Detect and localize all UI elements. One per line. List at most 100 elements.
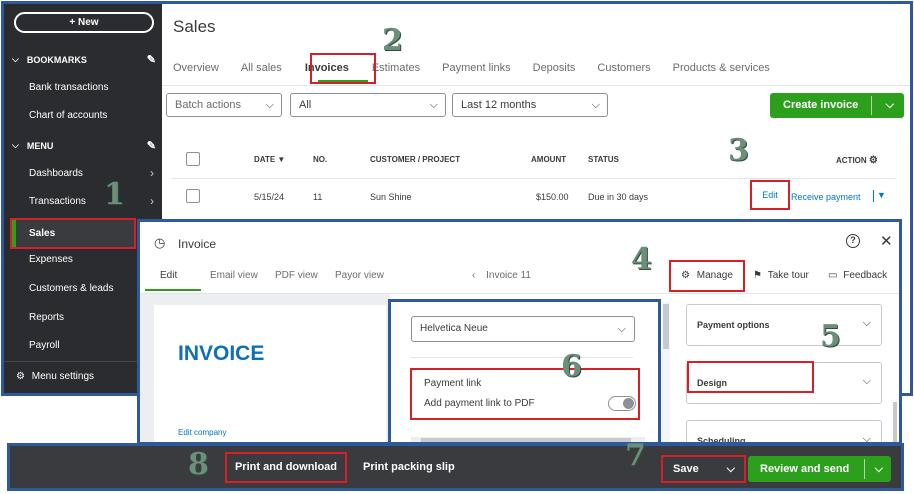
sidebar-item-label: Sales [29, 228, 56, 239]
feedback-label: Feedback [843, 270, 888, 281]
save-button[interactable]: Save ⌵ [661, 455, 746, 483]
edit-company-link[interactable]: Edit company [178, 428, 226, 437]
status-filter-dropdown[interactable]: All ⌵ [290, 93, 446, 117]
gear-icon: ⚙ [16, 371, 25, 382]
take-tour-label: Take tour [767, 270, 809, 281]
chevron-down-icon: ⌵ [12, 140, 19, 150]
page-title: Sales [173, 17, 216, 36]
print-packing-slip-button[interactable]: Print packing slip [363, 452, 455, 483]
row-status: Due in 30 days [588, 192, 649, 202]
pencil-icon[interactable]: ✎ [147, 139, 156, 152]
invoice-nav: ‹ Invoice 11 [472, 270, 531, 281]
menu-header[interactable]: ⌵ MENU ✎ [12, 139, 156, 152]
select-all-checkbox[interactable] [186, 152, 200, 166]
tab-overview[interactable]: Overview [173, 62, 219, 74]
payment-options-section[interactable]: Payment options ⌵ [686, 304, 882, 346]
sidebar-item-transactions[interactable]: Transactions › [29, 194, 154, 208]
take-tour-button[interactable]: ⚑ Take tour [753, 270, 809, 281]
close-icon[interactable]: ✕ [880, 232, 893, 250]
invoice-nav-label: Invoice 11 [486, 270, 531, 281]
feedback-button[interactable]: ▭ Feedback [828, 270, 887, 281]
tab-customers[interactable]: Customers [597, 62, 650, 74]
tab-products-services[interactable]: Products & services [673, 62, 770, 74]
payment-link-toggle[interactable] [608, 396, 636, 411]
tab-estimates[interactable]: Estimates [372, 62, 420, 74]
row-amount: $150.00 [536, 192, 569, 202]
vertical-scrollbar[interactable] [662, 302, 670, 442]
chevron-down-icon: ⌵ [12, 54, 19, 64]
pencil-icon[interactable]: ✎ [147, 53, 156, 66]
column-header-amount[interactable]: AMOUNT [531, 155, 566, 164]
payment-link-text: Add payment link to PDF [424, 398, 535, 409]
payment-link-section: Payment link Add payment link to PDF [410, 368, 640, 420]
tab-all-sales[interactable]: All sales [241, 62, 282, 74]
help-icon[interactable]: ? [846, 234, 860, 248]
menu-settings-label: Menu settings [31, 371, 95, 382]
payment-options-label: Payment options [697, 320, 770, 330]
bookmarks-header[interactable]: ⌵ BOOKMARKS ✎ [12, 53, 156, 66]
review-and-send-label: Review and send [760, 463, 850, 475]
history-icon[interactable]: ◷ [154, 235, 165, 251]
batch-actions-label: Batch actions [175, 99, 242, 111]
sidebar-item-label: Transactions [29, 196, 86, 207]
date-range-dropdown[interactable]: Last 12 months ⌵ [452, 93, 608, 117]
edit-invoice-link[interactable]: Edit [750, 180, 790, 210]
tab-deposits[interactable]: Deposits [533, 62, 576, 74]
print-and-download-button[interactable]: Print and download [225, 452, 347, 483]
invoice-modal: ◷ Invoice ? ✕ Edit Email view PDF view P… [137, 219, 902, 445]
chevron-down-icon[interactable]: ⌵ [886, 93, 894, 118]
chevron-down-icon[interactable]: ⌵ [727, 457, 735, 481]
sidebar-item-payroll[interactable]: Payroll [29, 340, 60, 351]
sidebar-item-bank-transactions[interactable]: Bank transactions [29, 82, 109, 93]
column-header-customer[interactable]: CUSTOMER / PROJECT [370, 155, 460, 164]
new-button[interactable]: + New [14, 12, 154, 33]
chevron-right-icon: › [150, 194, 154, 208]
chevron-down-icon: ⌵ [591, 99, 600, 111]
step-number-8: 8 [188, 447, 209, 482]
scheduling-section[interactable]: Scheduling ⌵ [686, 420, 882, 442]
row-customer: Sun Shine [370, 192, 412, 202]
create-invoice-button[interactable]: Create invoice ⌵ [770, 93, 904, 118]
gear-icon[interactable]: ⚙ [869, 155, 878, 166]
step-number-6: 6 [561, 349, 582, 384]
divider [411, 357, 633, 358]
divider [162, 85, 910, 86]
chevron-left-icon[interactable]: ‹ [472, 270, 475, 281]
tab-email-view[interactable]: Email view [210, 270, 258, 281]
modal-title: Invoice [178, 237, 217, 251]
sidebar-item-sales[interactable]: Sales [10, 218, 136, 249]
column-header-status[interactable]: STATUS [588, 155, 619, 164]
bookmarks-label: BOOKMARKS [26, 54, 87, 65]
sidebar-item-reports[interactable]: Reports [29, 312, 64, 323]
app-root: + New ⌵ BOOKMARKS ✎ Bank transactions Ch… [0, 0, 914, 494]
tab-edit[interactable]: Edit [160, 270, 177, 281]
manage-button[interactable]: ⚙ Manage [669, 260, 745, 292]
tab-payor-view[interactable]: Payor view [335, 270, 384, 281]
receive-payment-link[interactable]: Receive payment [791, 192, 861, 202]
tab-pdf-view[interactable]: PDF view [275, 270, 318, 281]
batch-actions-dropdown[interactable]: Batch actions ⌵ [166, 93, 282, 117]
sales-tabs: Overview All sales Invoices Estimates Pa… [173, 62, 792, 74]
sidebar-item-label: Dashboards [29, 168, 83, 179]
sidebar-item-chart-of-accounts[interactable]: Chart of accounts [29, 110, 107, 121]
column-header-date[interactable]: DATE ▼ [254, 155, 285, 164]
font-dropdown[interactable]: Helvetica Neue ⌵ [411, 316, 635, 342]
caret-down-icon[interactable]: ▼ [877, 190, 886, 200]
tab-payment-links[interactable]: Payment links [442, 62, 510, 74]
sidebar-item-customers-leads[interactable]: Customers & leads [29, 283, 113, 294]
step-number-5: 5 [820, 319, 841, 354]
right-scrollbar[interactable] [893, 402, 897, 442]
highlight-box-invoices [310, 53, 376, 84]
sidebar-item-dashboards[interactable]: Dashboards › [29, 166, 154, 180]
row-checkbox[interactable] [186, 189, 200, 203]
scrollbar-thumb[interactable] [663, 304, 669, 349]
review-and-send-button[interactable]: Review and send ⌵ [748, 456, 891, 482]
row-divider [172, 178, 896, 179]
column-header-no[interactable]: NO. [313, 155, 327, 164]
chevron-down-icon: ⌵ [617, 323, 626, 335]
chevron-down-icon[interactable]: ⌵ [875, 456, 883, 482]
row-no: 11 [313, 192, 323, 202]
step-number-4: 4 [631, 242, 652, 277]
toggle-knob [623, 398, 634, 409]
sidebar-item-expenses[interactable]: Expenses [29, 254, 73, 265]
